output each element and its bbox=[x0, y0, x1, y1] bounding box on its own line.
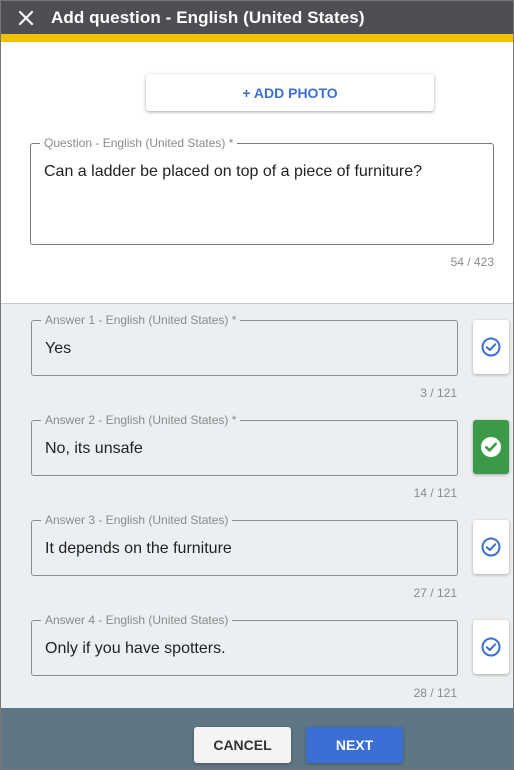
answer-3-field[interactable]: Answer 3 - English (United States) It de… bbox=[31, 513, 458, 576]
answer-3-label: Answer 3 - English (United States) bbox=[41, 513, 233, 527]
close-button[interactable] bbox=[1, 1, 51, 34]
check-circle-icon bbox=[481, 537, 501, 557]
check-circle-icon bbox=[481, 337, 501, 357]
next-button[interactable]: NEXT bbox=[306, 727, 403, 763]
answer-1-char-counter: 3 / 121 bbox=[420, 386, 457, 400]
answer-2-field[interactable]: Answer 2 - English (United States) * No,… bbox=[31, 413, 458, 476]
check-circle-filled-icon bbox=[481, 437, 501, 457]
question-field-value[interactable]: Can a ladder be placed on top of a piece… bbox=[44, 163, 422, 181]
add-photo-button[interactable]: + ADD PHOTO bbox=[146, 74, 434, 111]
answer-4-correct-toggle[interactable] bbox=[473, 620, 509, 674]
question-char-counter: 54 / 423 bbox=[450, 255, 494, 269]
answer-4-field[interactable]: Answer 4 - English (United States) Only … bbox=[31, 613, 458, 676]
answer-1-correct-toggle[interactable] bbox=[473, 320, 509, 374]
answer-1-value[interactable]: Yes bbox=[45, 340, 71, 358]
answer-3-char-counter: 27 / 121 bbox=[413, 586, 457, 600]
dialog-title: Add question - English (United States) bbox=[51, 7, 365, 27]
answer-3-correct-toggle[interactable] bbox=[473, 520, 509, 574]
question-field-label: Question - English (United States) * bbox=[40, 136, 238, 150]
question-field[interactable]: Question - English (United States) * Can… bbox=[30, 136, 494, 245]
answer-2-label: Answer 2 - English (United States) * bbox=[41, 413, 241, 427]
answer-1-field[interactable]: Answer 1 - English (United States) * Yes bbox=[31, 313, 458, 376]
dialog-footer: CANCEL NEXT bbox=[1, 708, 513, 769]
check-circle-icon bbox=[481, 637, 501, 657]
cancel-button[interactable]: CANCEL bbox=[194, 727, 291, 763]
answer-2-char-counter: 14 / 121 bbox=[413, 486, 457, 500]
answer-2-correct-toggle[interactable] bbox=[473, 420, 509, 474]
accent-bar bbox=[1, 34, 513, 42]
answers-section: Answer 1 - English (United States) * Yes… bbox=[1, 304, 513, 708]
answer-2-value[interactable]: No, its unsafe bbox=[45, 440, 143, 458]
answer-4-label: Answer 4 - English (United States) bbox=[41, 613, 233, 627]
answer-4-char-counter: 28 / 121 bbox=[413, 686, 457, 700]
answer-3-value[interactable]: It depends on the furniture bbox=[45, 540, 232, 558]
answer-4-value[interactable]: Only if you have spotters. bbox=[45, 640, 226, 658]
dialog-header: Add question - English (United States) bbox=[1, 1, 513, 34]
answer-1-label: Answer 1 - English (United States) * bbox=[41, 313, 241, 327]
close-icon bbox=[18, 10, 34, 25]
question-section: + ADD PHOTO Question - English (United S… bbox=[1, 42, 513, 304]
